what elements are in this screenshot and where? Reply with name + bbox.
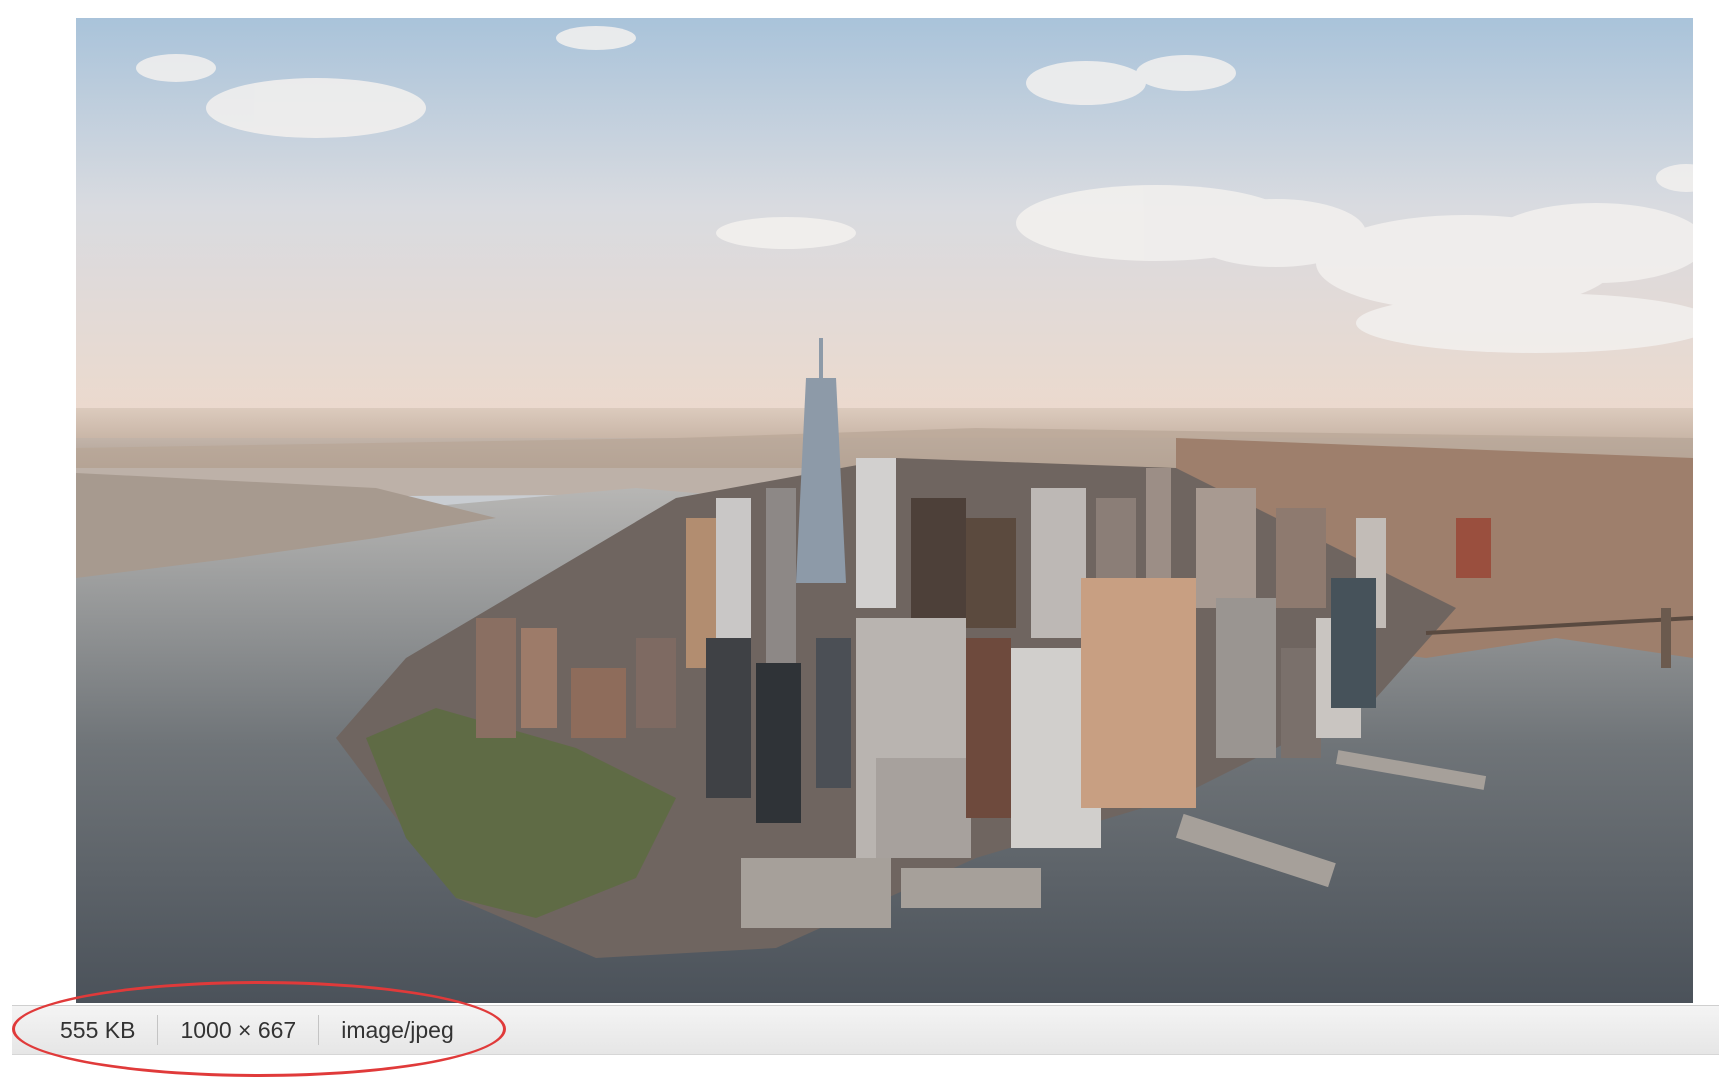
mime-type-label: image/jpeg	[341, 1017, 454, 1043]
image-viewer: 555 KB 1000 × 667 image/jpeg	[0, 0, 1719, 1089]
image-dimensions-label: 1000 × 667	[180, 1017, 297, 1043]
image-info-bar: 555 KB 1000 × 667 image/jpeg	[12, 1005, 1719, 1055]
image-preview[interactable]	[76, 18, 1693, 1003]
city-aerial-photo	[76, 18, 1693, 1003]
file-size-label: 555 KB	[60, 1017, 136, 1043]
